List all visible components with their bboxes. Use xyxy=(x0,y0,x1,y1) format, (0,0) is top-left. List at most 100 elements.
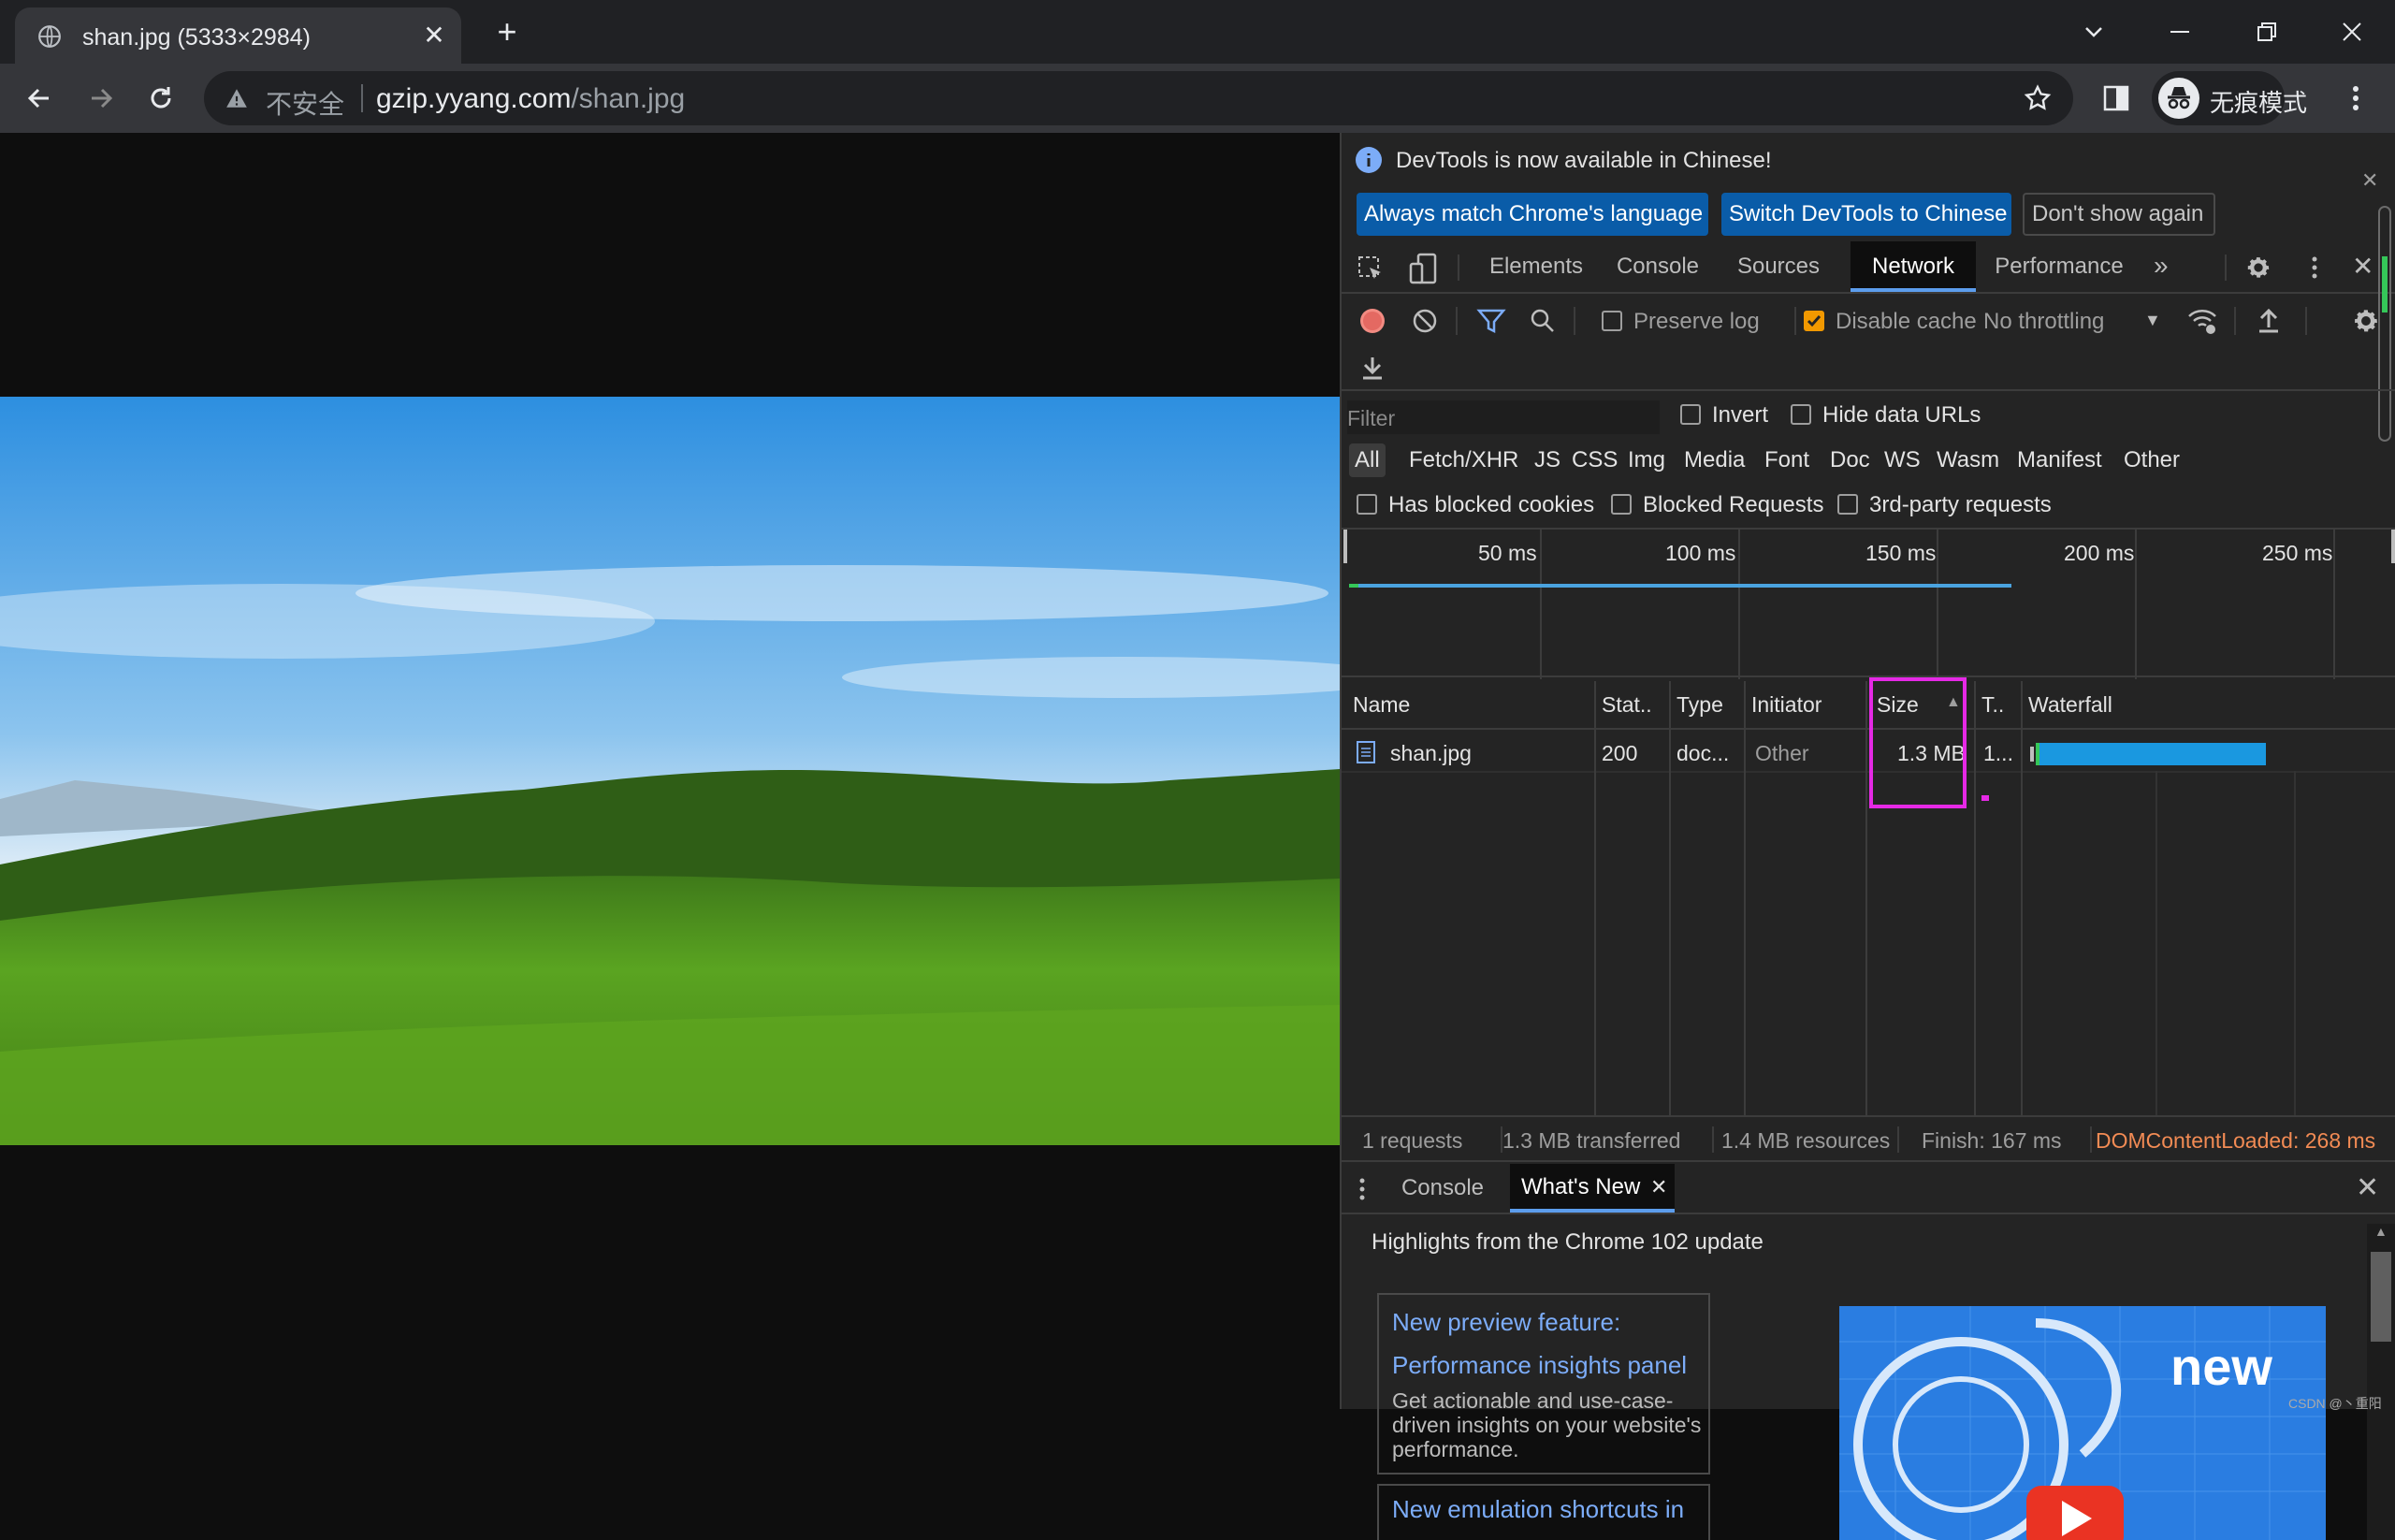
filter-icon[interactable] xyxy=(1476,307,1506,335)
export-har-icon[interactable] xyxy=(1358,354,1386,382)
infobar-close-icon[interactable]: ✕ xyxy=(2361,168,2378,193)
bookmark-star-icon[interactable] xyxy=(2023,83,2053,113)
security-label[interactable]: 不安全 xyxy=(266,84,344,122)
close-drawer-icon[interactable]: ✕ xyxy=(2356,1171,2379,1204)
highlight-mark xyxy=(1981,795,1989,801)
drawer-tab-console[interactable]: Console xyxy=(1390,1164,1495,1213)
invert-checkbox[interactable] xyxy=(1680,404,1701,425)
page-viewport xyxy=(0,133,1340,1409)
drawer-menu-icon[interactable] xyxy=(1353,1175,1372,1203)
network-toolbar: Preserve log Disable cache No throttling… xyxy=(1342,294,2395,391)
scroll-up-icon[interactable]: ▲ xyxy=(2374,1224,2388,1239)
hide-data-urls-label: Hide data URLs xyxy=(1822,402,1981,428)
address-bar[interactable]: 不安全 gzip.yyang.com/shan.jpg xyxy=(204,71,2073,125)
restore-icon[interactable] xyxy=(2247,13,2285,51)
overview-handle-left[interactable] xyxy=(1343,530,1347,563)
tab-search-chevron-icon[interactable] xyxy=(2075,13,2112,51)
feature-card[interactable]: New preview feature: Performance insight… xyxy=(1377,1293,1710,1475)
forward-icon[interactable] xyxy=(82,80,120,117)
tab-network[interactable]: Network xyxy=(1851,241,1976,292)
row-type: doc... xyxy=(1676,741,1730,765)
browser-tab[interactable]: shan.jpg (5333×2984) ✕ xyxy=(15,7,461,64)
waterfall-queue-mark xyxy=(2030,747,2034,762)
filter-type-css[interactable]: CSS xyxy=(1572,447,1618,473)
devtools-menu-icon[interactable] xyxy=(2300,253,2330,283)
clear-icon[interactable] xyxy=(1411,307,1439,335)
tab-strip: shan.jpg (5333×2984) ✕ + xyxy=(0,0,2395,64)
url-host: gzip.yyang.com xyxy=(376,83,572,114)
row-name[interactable]: shan.jpg xyxy=(1390,741,1472,766)
filter-type-media[interactable]: Media xyxy=(1684,447,1745,473)
filter-type-other[interactable]: Other xyxy=(2124,447,2180,473)
import-har-icon[interactable] xyxy=(2255,305,2283,335)
filter-input[interactable]: Filter xyxy=(1347,400,1660,434)
switch-to-chinese-button[interactable]: Switch DevTools to Chinese xyxy=(1721,193,2011,236)
tab-sources[interactable]: Sources xyxy=(1727,241,1830,292)
url-text[interactable]: gzip.yyang.com/shan.jpg xyxy=(376,83,685,115)
column-header-waterfall[interactable]: Waterfall xyxy=(2028,692,2112,718)
tab-performance[interactable]: Performance xyxy=(1989,241,2129,292)
throttling-select[interactable]: No throttling xyxy=(1983,309,2104,335)
dont-show-again-button[interactable]: Don't show again xyxy=(2023,193,2215,236)
feature-card[interactable]: New emulation shortcuts in xyxy=(1377,1484,1710,1540)
column-header-time[interactable]: T.. xyxy=(1981,692,2004,718)
has-blocked-cookies-checkbox[interactable] xyxy=(1357,494,1377,515)
more-tabs-icon[interactable]: » xyxy=(2154,251,2169,281)
tab-elements[interactable]: Elements xyxy=(1480,241,1592,292)
record-icon[interactable] xyxy=(1358,307,1386,335)
blocked-requests-checkbox[interactable] xyxy=(1611,494,1632,515)
close-tab-icon[interactable]: ✕ xyxy=(419,21,449,51)
network-conditions-icon[interactable] xyxy=(2185,305,2219,337)
inspect-element-icon[interactable] xyxy=(1357,254,1385,283)
hide-data-urls-checkbox[interactable] xyxy=(1791,404,1811,425)
column-header-status[interactable]: Stat.. xyxy=(1602,692,1652,718)
search-icon[interactable] xyxy=(1529,307,1557,335)
tab-console[interactable]: Console xyxy=(1605,241,1710,292)
filter-type-img[interactable]: Img xyxy=(1628,447,1665,473)
warning-icon[interactable] xyxy=(225,86,249,110)
column-header-name[interactable]: Name xyxy=(1353,692,1410,718)
overview-handle-right[interactable] xyxy=(2391,530,2395,563)
filter-type-ws[interactable]: WS xyxy=(1884,447,1921,473)
landscape-image xyxy=(0,397,1340,1145)
overview-download-bar xyxy=(1358,584,2011,588)
card-title[interactable]: New emulation shortcuts in xyxy=(1392,1495,1684,1524)
back-icon[interactable] xyxy=(21,80,58,117)
always-match-language-button[interactable]: Always match Chrome's language xyxy=(1357,193,1708,236)
incognito-badge[interactable]: 无痕模式 xyxy=(2152,71,2307,125)
network-settings-icon[interactable] xyxy=(2350,305,2382,337)
third-party-checkbox[interactable] xyxy=(1837,494,1858,515)
filter-type-manifest[interactable]: Manifest xyxy=(2017,447,2102,473)
close-devtools-icon[interactable]: ✕ xyxy=(2352,251,2373,282)
preserve-log-checkbox[interactable] xyxy=(1602,311,1622,331)
card-link[interactable]: Performance insights panel xyxy=(1392,1351,1687,1380)
filter-type-js[interactable]: JS xyxy=(1534,447,1560,473)
card-title[interactable]: New preview feature: xyxy=(1392,1308,1620,1337)
row-status: 200 xyxy=(1602,741,1638,765)
network-overview[interactable]: 50 ms 100 ms 150 ms 200 ms 250 ms xyxy=(1342,528,2395,679)
device-toolbar-icon[interactable] xyxy=(1409,253,1439,284)
waterfall-grid-line xyxy=(2294,771,2296,1115)
column-header-type[interactable]: Type xyxy=(1676,692,1723,718)
more-menu-icon[interactable] xyxy=(2337,80,2374,117)
resource-type-filter: All Fetch/XHR JS CSS Img Media Font Doc … xyxy=(1342,442,2395,479)
filter-type-doc[interactable]: Doc xyxy=(1830,447,1870,473)
filter-type-font[interactable]: Font xyxy=(1764,447,1809,473)
column-header-initiator[interactable]: Initiator xyxy=(1751,692,1822,718)
new-tab-button[interactable]: + xyxy=(488,13,526,51)
filter-type-fetch-xhr[interactable]: Fetch/XHR xyxy=(1409,447,1518,473)
overview-waiting-bar xyxy=(1349,584,1358,588)
close-window-icon[interactable] xyxy=(2333,13,2371,51)
drawer-scrollbar[interactable]: ▲ xyxy=(2367,1224,2395,1540)
settings-gear-icon[interactable] xyxy=(2243,253,2273,283)
network-status-bar: 1 requests 1.3 MB transferred 1.4 MB res… xyxy=(1342,1115,2395,1162)
minimize-icon[interactable] xyxy=(2161,13,2199,51)
filter-type-wasm[interactable]: Wasm xyxy=(1937,447,1999,473)
check-icon xyxy=(1807,315,1822,327)
close-whats-new-icon[interactable]: ✕ xyxy=(1650,1175,1667,1199)
reload-icon[interactable] xyxy=(142,80,180,117)
scrollbar-thumb[interactable] xyxy=(2371,1252,2391,1342)
throttling-dropdown-icon[interactable]: ▼ xyxy=(2144,311,2161,330)
filter-type-all[interactable]: All xyxy=(1349,443,1386,477)
side-panel-icon[interactable] xyxy=(2099,81,2133,115)
